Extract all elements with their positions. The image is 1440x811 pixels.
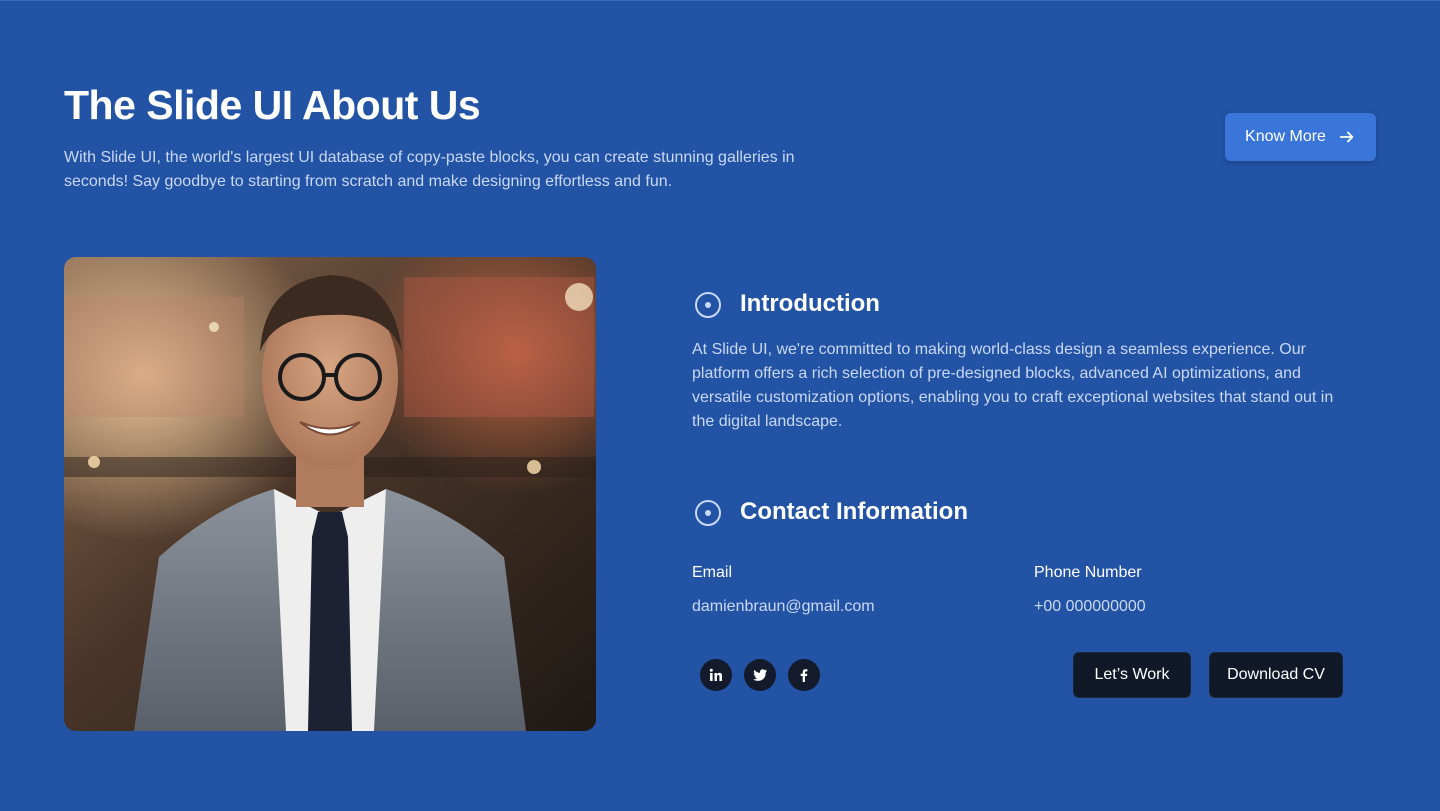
linkedin-button[interactable] xyxy=(700,659,732,691)
contact-title: Contact Information xyxy=(740,498,968,525)
lets-work-button[interactable]: Let’s Work xyxy=(1073,652,1191,698)
know-more-button[interactable]: Know More xyxy=(1225,113,1376,161)
arrow-right-icon xyxy=(1339,131,1354,143)
introduction-circle-dot-icon xyxy=(694,291,722,319)
introduction-text: At Slide UI, we're committed to making w… xyxy=(692,341,1334,430)
phone-value[interactable]: +00 000000000 xyxy=(1034,598,1146,616)
contact-circle-dot-icon xyxy=(694,499,722,527)
email-label: Email xyxy=(692,564,733,581)
profile-photo xyxy=(64,257,596,731)
phone-label: Phone Number xyxy=(1034,564,1142,581)
page-title: The Slide UI About Us xyxy=(64,82,481,128)
linkedin-icon xyxy=(709,668,722,681)
page-subtitle: With Slide UI, the world's largest UI da… xyxy=(64,149,795,190)
twitter-button[interactable] xyxy=(744,659,776,691)
introduction-title: Introduction xyxy=(740,290,880,317)
profile-photo-illustration xyxy=(64,257,596,731)
twitter-icon xyxy=(753,669,767,681)
email-value[interactable]: damienbraun@gmail.com xyxy=(692,598,875,616)
facebook-button[interactable] xyxy=(788,659,820,691)
download-cv-button[interactable]: Download CV xyxy=(1209,652,1343,698)
facebook-icon xyxy=(800,669,808,682)
know-more-label: Know More xyxy=(1245,128,1326,145)
